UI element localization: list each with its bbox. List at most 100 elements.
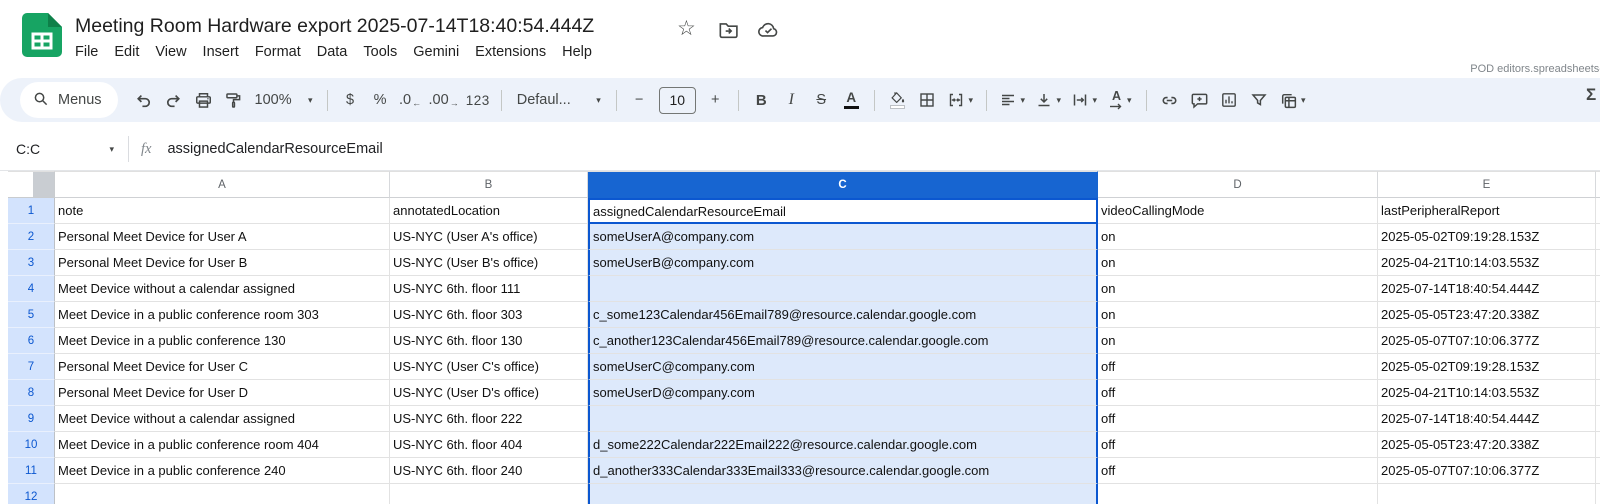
cell-A1[interactable]: note bbox=[55, 198, 390, 224]
cell-B12[interactable] bbox=[390, 484, 588, 504]
cell-D6[interactable]: on bbox=[1098, 328, 1378, 354]
cell-B11[interactable]: US-NYC 6th. floor 240 bbox=[390, 458, 588, 484]
row-header-12[interactable]: 12 bbox=[8, 484, 55, 504]
cell-D1[interactable]: videoCallingMode bbox=[1098, 198, 1378, 224]
row-header-7[interactable]: 7 bbox=[8, 354, 55, 380]
cell-A7[interactable]: Personal Meet Device for User C bbox=[55, 354, 390, 380]
cell-F12[interactable] bbox=[1596, 484, 1600, 504]
italic-button[interactable]: I bbox=[777, 85, 806, 115]
row-header-10[interactable]: 10 bbox=[8, 432, 55, 458]
cell-A9[interactable]: Meet Device without a calendar assigned bbox=[55, 406, 390, 432]
row-header-11[interactable]: 11 bbox=[8, 458, 55, 484]
cell-E10[interactable]: 2025-05-05T23:47:20.338Z bbox=[1378, 432, 1596, 458]
row-header-5[interactable]: 5 bbox=[8, 302, 55, 328]
menu-gemini[interactable]: Gemini bbox=[405, 41, 467, 63]
cell-E1[interactable]: lastPeripheralReport bbox=[1378, 198, 1596, 224]
cell-B1[interactable]: annotatedLocation bbox=[390, 198, 588, 224]
cell-D5[interactable]: on bbox=[1098, 302, 1378, 328]
cell-C9[interactable] bbox=[588, 406, 1098, 432]
cell-F4[interactable] bbox=[1596, 276, 1600, 302]
decrease-decimal-button[interactable]: .0← bbox=[396, 85, 425, 115]
cell-E12[interactable] bbox=[1378, 484, 1596, 504]
menu-extensions[interactable]: Extensions bbox=[467, 41, 554, 63]
column-header-E[interactable]: E bbox=[1378, 171, 1596, 198]
font-size-input[interactable]: 10 bbox=[659, 87, 696, 114]
cell-B6[interactable]: US-NYC 6th. floor 130 bbox=[390, 328, 588, 354]
cell-C1[interactable]: assignedCalendarResourceEmail bbox=[588, 198, 1098, 224]
menu-view[interactable]: View bbox=[147, 41, 194, 63]
menu-tools[interactable]: Tools bbox=[355, 41, 405, 63]
document-title[interactable]: Meeting Room Hardware export 2025-07-14T… bbox=[75, 15, 594, 38]
cell-F5[interactable] bbox=[1596, 302, 1600, 328]
menu-file[interactable]: File bbox=[67, 41, 106, 63]
cell-A3[interactable]: Personal Meet Device for User B bbox=[55, 250, 390, 276]
functions-button[interactable]: Σ bbox=[1586, 85, 1596, 105]
cell-A12[interactable] bbox=[55, 484, 390, 504]
undo-button[interactable] bbox=[129, 85, 158, 115]
insert-chart-button[interactable] bbox=[1215, 85, 1244, 115]
cell-B8[interactable]: US-NYC (User D's office) bbox=[390, 380, 588, 406]
cell-F8[interactable] bbox=[1596, 380, 1600, 406]
name-box[interactable]: C:C ▾ bbox=[16, 141, 114, 157]
cell-A5[interactable]: Meet Device in a public conference room … bbox=[55, 302, 390, 328]
cell-B10[interactable]: US-NYC 6th. floor 404 bbox=[390, 432, 588, 458]
cell-E9[interactable]: 2025-07-14T18:40:54.444Z bbox=[1378, 406, 1596, 432]
menus-search-button[interactable]: Menus bbox=[20, 82, 118, 118]
cell-B3[interactable]: US-NYC (User B's office) bbox=[390, 250, 588, 276]
cell-A2[interactable]: Personal Meet Device for User A bbox=[55, 224, 390, 250]
cell-D10[interactable]: off bbox=[1098, 432, 1378, 458]
redo-button[interactable] bbox=[159, 85, 188, 115]
cell-F1[interactable] bbox=[1596, 198, 1600, 224]
menu-edit[interactable]: Edit bbox=[106, 41, 147, 63]
increase-font-size-button[interactable]: + bbox=[701, 85, 730, 115]
vertical-align-button[interactable]: ▾ bbox=[1031, 85, 1066, 115]
cell-B7[interactable]: US-NYC (User C's office) bbox=[390, 354, 588, 380]
format-percent-button[interactable]: % bbox=[366, 85, 395, 115]
row-header-6[interactable]: 6 bbox=[8, 328, 55, 354]
insert-comment-button[interactable] bbox=[1185, 85, 1214, 115]
cell-A10[interactable]: Meet Device in a public conference room … bbox=[55, 432, 390, 458]
cell-F9[interactable] bbox=[1596, 406, 1600, 432]
fill-color-button[interactable] bbox=[883, 85, 912, 115]
borders-button[interactable] bbox=[913, 85, 942, 115]
cell-F2[interactable] bbox=[1596, 224, 1600, 250]
cell-D8[interactable]: off bbox=[1098, 380, 1378, 406]
cell-A11[interactable]: Meet Device in a public conference 240 bbox=[55, 458, 390, 484]
cell-B4[interactable]: US-NYC 6th. floor 111 bbox=[390, 276, 588, 302]
more-formats-button[interactable]: 123 bbox=[463, 85, 493, 115]
cell-F6[interactable] bbox=[1596, 328, 1600, 354]
text-color-button[interactable]: A bbox=[837, 85, 866, 115]
menu-format[interactable]: Format bbox=[247, 41, 309, 63]
cell-E11[interactable]: 2025-05-07T07:10:06.377Z bbox=[1378, 458, 1596, 484]
print-button[interactable] bbox=[189, 85, 218, 115]
cell-A4[interactable]: Meet Device without a calendar assigned bbox=[55, 276, 390, 302]
row-header-8[interactable]: 8 bbox=[8, 380, 55, 406]
create-filter-button[interactable] bbox=[1245, 85, 1274, 115]
strikethrough-button[interactable]: S bbox=[807, 85, 836, 115]
increase-decimal-button[interactable]: .00→ bbox=[426, 85, 462, 115]
cell-D4[interactable]: on bbox=[1098, 276, 1378, 302]
format-currency-button[interactable]: $ bbox=[336, 85, 365, 115]
cell-C12[interactable] bbox=[588, 484, 1098, 504]
cloud-saved-icon[interactable] bbox=[757, 20, 779, 44]
cell-A6[interactable]: Meet Device in a public conference 130 bbox=[55, 328, 390, 354]
text-wrap-button[interactable]: ▾ bbox=[1067, 85, 1102, 115]
merge-cells-button[interactable]: ▾ bbox=[943, 85, 978, 115]
cell-E6[interactable]: 2025-05-07T07:10:06.377Z bbox=[1378, 328, 1596, 354]
cell-C3[interactable]: someUserB@company.com bbox=[588, 250, 1098, 276]
cell-A8[interactable]: Personal Meet Device for User D bbox=[55, 380, 390, 406]
select-all-corner[interactable] bbox=[8, 171, 55, 198]
cell-C7[interactable]: someUserC@company.com bbox=[588, 354, 1098, 380]
cell-B5[interactable]: US-NYC 6th. floor 303 bbox=[390, 302, 588, 328]
column-header-C[interactable]: C bbox=[588, 171, 1098, 198]
cell-D9[interactable]: off bbox=[1098, 406, 1378, 432]
cell-B9[interactable]: US-NYC 6th. floor 222 bbox=[390, 406, 588, 432]
row-header-2[interactable]: 2 bbox=[8, 224, 55, 250]
sheets-logo-icon[interactable] bbox=[22, 13, 62, 57]
cell-D7[interactable]: off bbox=[1098, 354, 1378, 380]
cell-E2[interactable]: 2025-05-02T09:19:28.153Z bbox=[1378, 224, 1596, 250]
cell-D3[interactable]: on bbox=[1098, 250, 1378, 276]
cell-C2[interactable]: someUserA@company.com bbox=[588, 224, 1098, 250]
insert-link-button[interactable] bbox=[1155, 85, 1184, 115]
cell-C4[interactable] bbox=[588, 276, 1098, 302]
